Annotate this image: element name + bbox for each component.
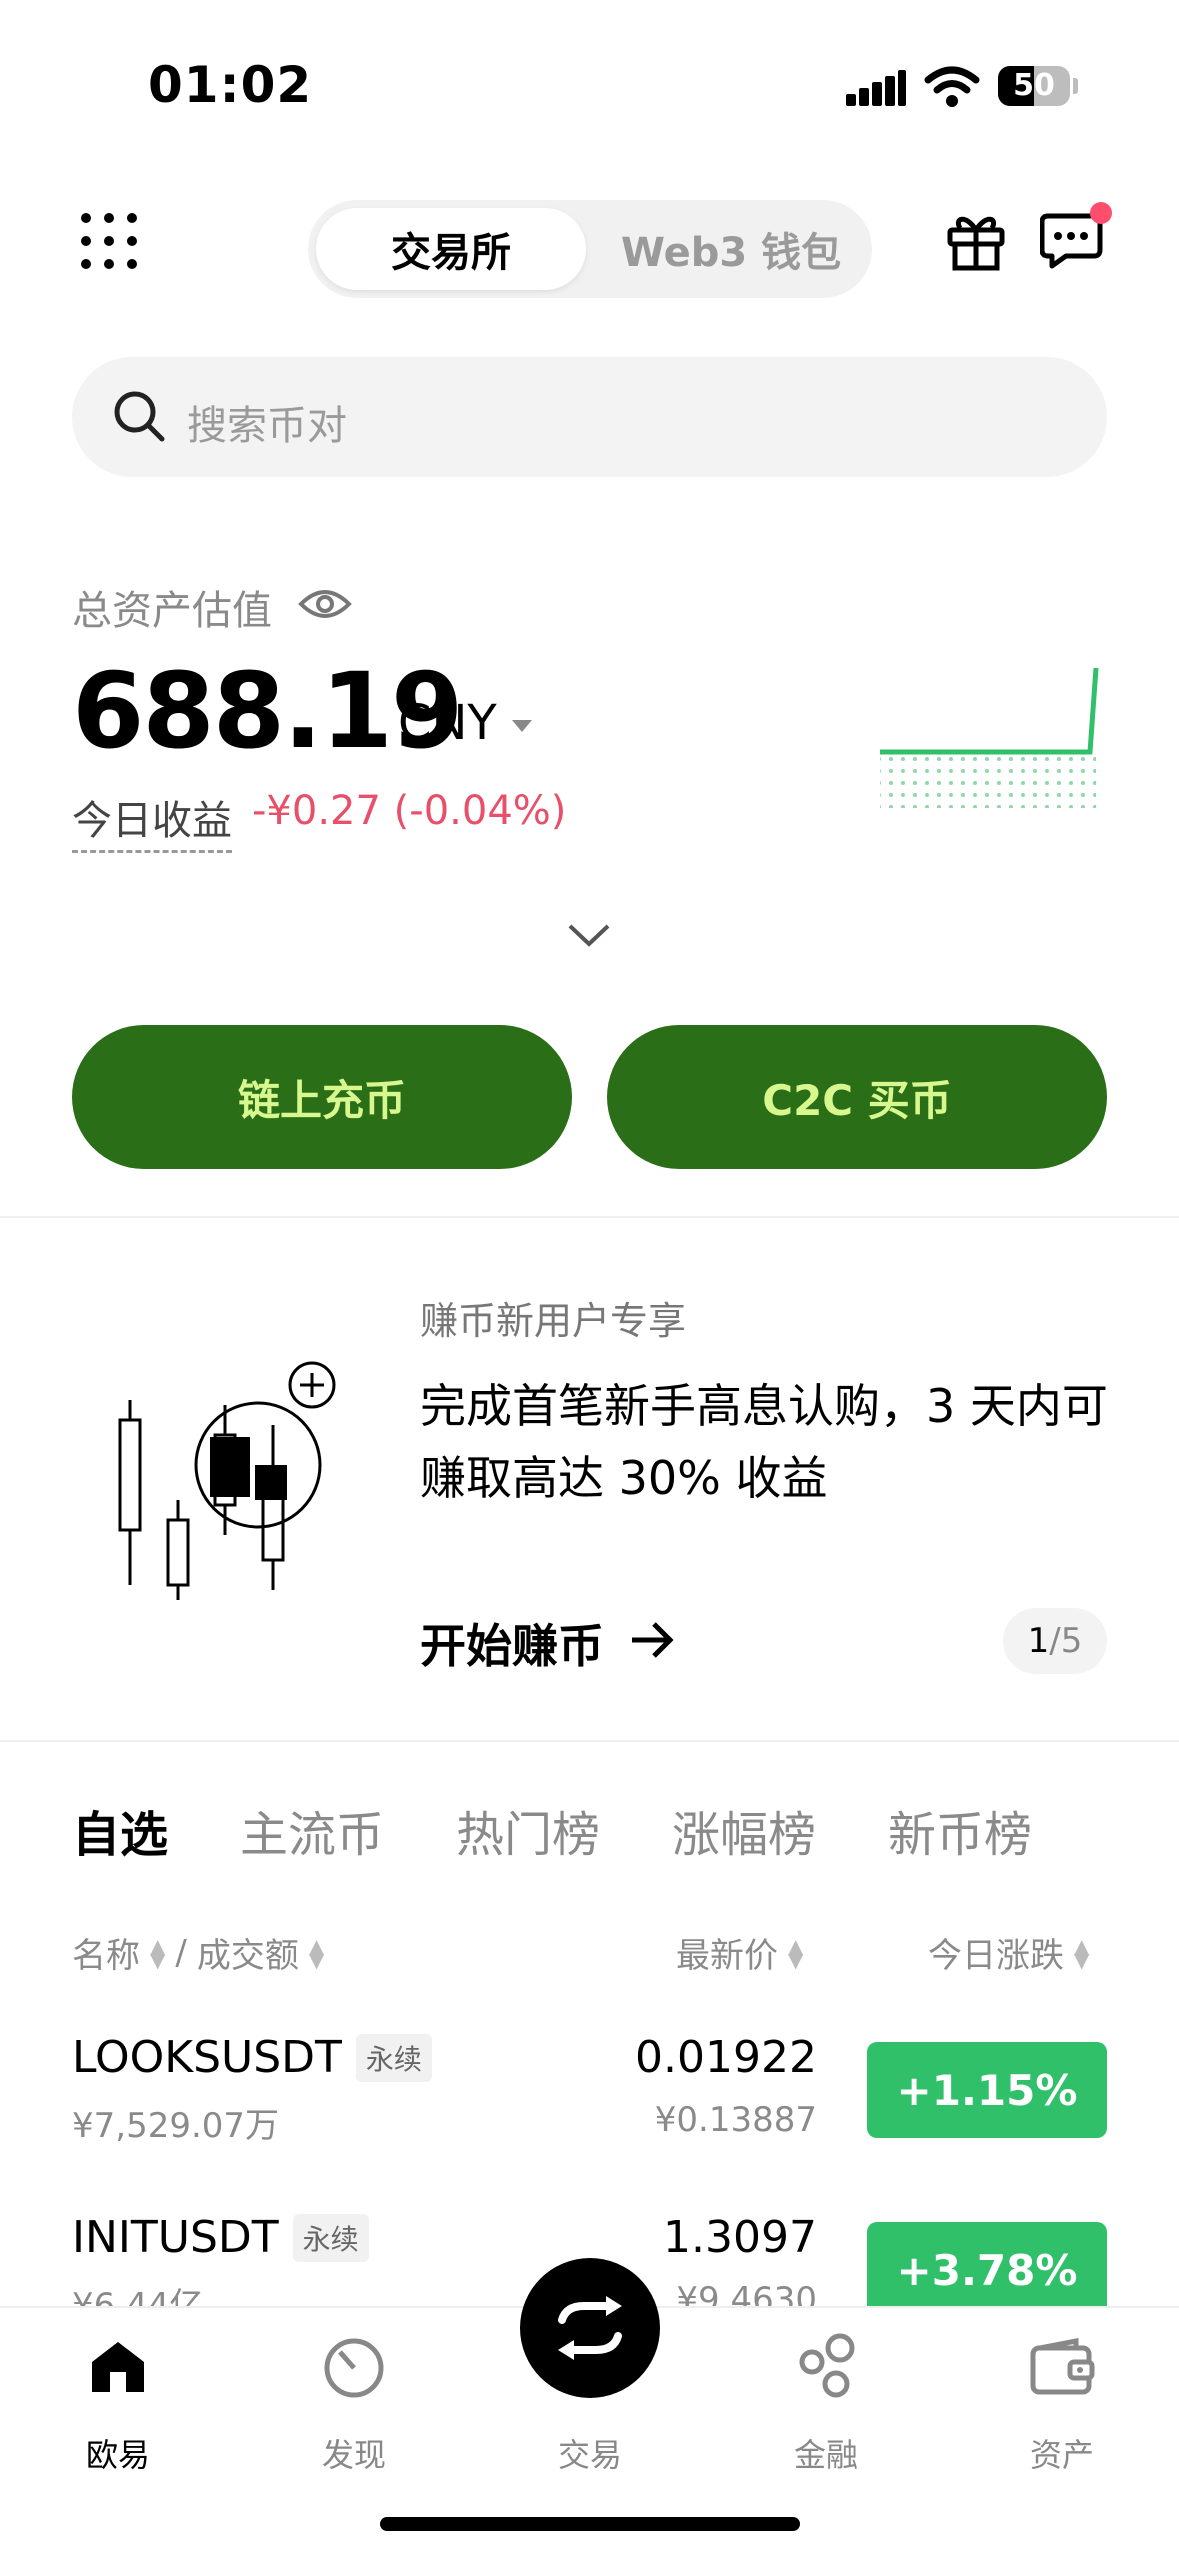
discover-icon [324, 2338, 384, 2398]
eye-icon[interactable] [298, 584, 352, 624]
tab-exchange[interactable]: 交易所 [316, 208, 586, 290]
col-volume-label: 成交额 [196, 1936, 299, 1976]
tab-hot[interactable]: 热门榜 [456, 1795, 600, 1865]
tab-favorites[interactable]: 自选 [72, 1795, 168, 1865]
promo-kicker: 赚币新用户专享 [420, 1299, 687, 1343]
finance-icon [799, 2333, 855, 2398]
tab-new-listings[interactable]: 新币榜 [888, 1795, 1032, 1865]
perpetual-tag: 永续 [355, 2033, 432, 2082]
page-total: /5 [1049, 1621, 1083, 1661]
col-name-label: 名称 [72, 1936, 140, 1976]
total-assets-label: 总资产估值 [72, 588, 272, 634]
nav-home-label: 欧易 [85, 2436, 150, 2474]
status-time: 01:02 [148, 56, 313, 114]
search-placeholder: 搜索币对 [187, 403, 347, 449]
col-separator: / [175, 1932, 187, 1973]
swap-icon [558, 2296, 622, 2360]
home-icon [92, 2342, 144, 2392]
table-row[interactable]: LOOKSUSDT 永续 ¥7,529.07万 0.01922 ¥0.13887… [0, 2020, 1179, 2180]
sort-icon: ▲ ▼ [150, 1933, 166, 1972]
nav-assets-label: 资产 [1029, 2436, 1094, 2474]
home-indicator [380, 2517, 800, 2531]
expand-chevron-icon[interactable] [566, 922, 612, 950]
section-divider [0, 1740, 1179, 1742]
search-icon [114, 391, 165, 442]
candlestick-illustration [118, 1361, 336, 1600]
today-pnl-label[interactable]: 今日收益 [72, 788, 232, 853]
sort-icon: ▲ ▼ [788, 1933, 804, 1972]
carousel-page-indicator: 1/5 [1003, 1608, 1107, 1674]
last-price-cny: ¥0.13887 [654, 2100, 817, 2140]
tab-gainers[interactable]: 涨幅榜 [672, 1795, 816, 1865]
today-pnl-value: -¥0.27 (-0.04%) [252, 788, 567, 834]
currency-selector[interactable]: CNY [398, 695, 497, 751]
nav-finance-label: 金融 [793, 2436, 858, 2474]
caret-down-icon[interactable] [512, 720, 532, 734]
arrow-right-icon[interactable] [630, 1620, 676, 1660]
column-header-change[interactable]: 今日涨跌 ▲ ▼ [928, 1928, 1089, 1977]
pair-name: LOOKSUSDT [72, 2032, 342, 2083]
gift-icon[interactable] [946, 210, 1006, 272]
c2c-buy-button[interactable]: C2C 买币 [607, 1025, 1107, 1169]
col-change-label: 今日涨跌 [928, 1936, 1064, 1976]
wallet-icon [1030, 2338, 1095, 2395]
promo-title: 完成首笔新手高息认购，3 天内可赚取高达 30% 收益 [420, 1379, 1108, 1505]
column-header-name-volume[interactable]: 名称 ▲ ▼ / 成交额 ▲ ▼ [72, 1928, 324, 1977]
nav-discover-label: 发现 [321, 2436, 386, 2474]
asset-trend-sparkline [880, 667, 1099, 808]
page-current: 1 [1027, 1621, 1050, 1661]
perpetual-tag: 永续 [292, 2213, 369, 2262]
notification-dot [1090, 202, 1112, 224]
pair-volume: ¥7,529.07万 [72, 2106, 280, 2146]
last-price: 1.3097 [663, 2212, 817, 2263]
exchange-wallet-switch: 交易所 Web3 钱包 [308, 200, 872, 298]
sort-icon: ▲ ▼ [1074, 1933, 1090, 1972]
column-header-price[interactable]: 最新价 ▲ ▼ [676, 1928, 803, 1977]
change-badge[interactable]: +1.15% [867, 2042, 1107, 2138]
change-badge[interactable]: +3.78% [867, 2222, 1107, 2318]
onchain-deposit-button[interactable]: 链上充币 [72, 1025, 572, 1169]
wifi-icon [924, 66, 980, 107]
start-earning-link[interactable]: 开始赚币 [420, 1610, 604, 1676]
search-input[interactable]: 搜索币对 [72, 357, 1107, 477]
cellular-signal-icon [846, 70, 906, 106]
col-price-label: 最新价 [676, 1936, 778, 1976]
sort-icon: ▲ ▼ [308, 1933, 325, 1972]
pair-name: INITUSDT [72, 2212, 279, 2263]
section-divider [0, 1216, 1179, 1218]
menu-grid-icon[interactable] [80, 212, 138, 270]
trade-button[interactable] [520, 2258, 660, 2398]
tab-web3-wallet[interactable]: Web3 钱包 [598, 208, 864, 290]
tab-mainstream[interactable]: 主流币 [240, 1795, 384, 1865]
last-price: 0.01922 [635, 2032, 817, 2083]
nav-trade-label: 交易 [557, 2436, 622, 2474]
battery-tip [1073, 78, 1078, 94]
battery-icon: 50 [998, 66, 1070, 106]
